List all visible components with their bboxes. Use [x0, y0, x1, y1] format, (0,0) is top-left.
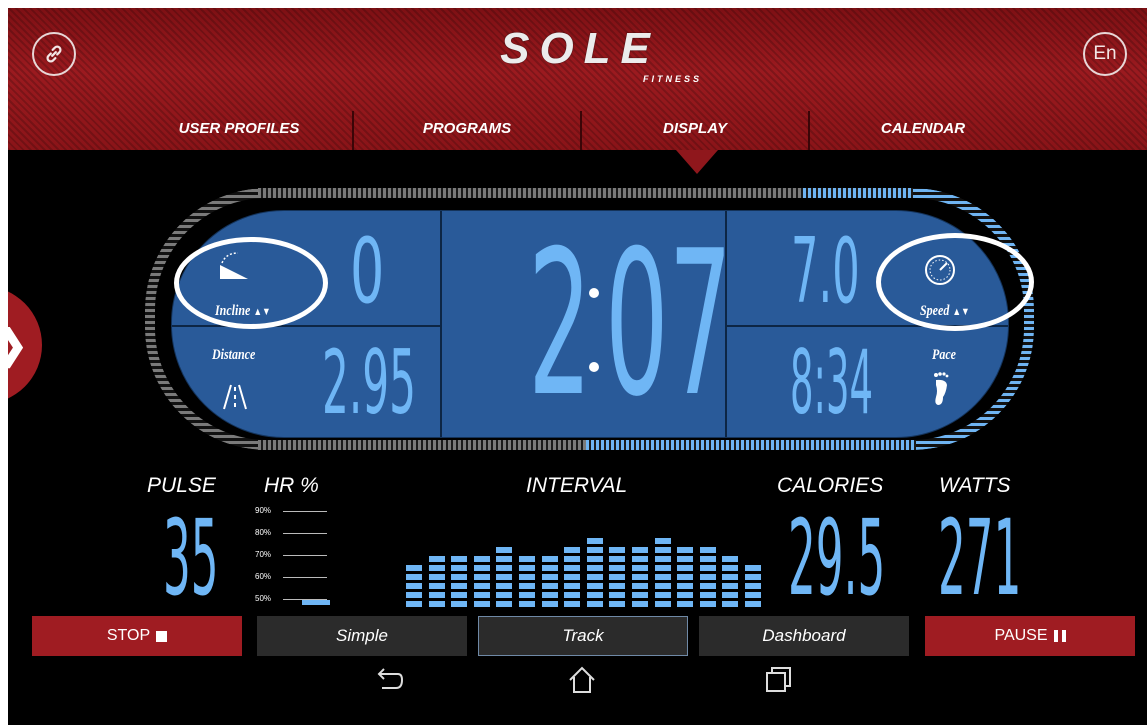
tab-calendar[interactable]: CALENDAR: [808, 111, 1036, 150]
interval-chart: [406, 506, 768, 607]
workout-display: Incline ▲▼ 0 Distance 2.95 2 07 7.0 Spee…: [171, 210, 1009, 438]
pace-value: 8:34: [790, 331, 874, 434]
interval-bar: [519, 553, 535, 607]
pulse-value: 35: [163, 497, 219, 619]
time-minutes: 2: [528, 210, 592, 438]
interval-bar: [699, 544, 716, 607]
sole-logo: SOLE FITNESS: [450, 24, 710, 84]
interval-bar: [496, 544, 513, 607]
hr-scale-row: 90%: [255, 506, 335, 518]
view-track-button[interactable]: Track: [478, 616, 688, 656]
stop-button[interactable]: STOP: [32, 616, 242, 656]
pause-icon: [1053, 630, 1066, 642]
interval-bar: [654, 535, 671, 607]
speed-value: 7.0: [791, 219, 860, 324]
logo-main: SOLE: [500, 24, 660, 73]
highlight-circle-incline: [174, 237, 328, 329]
pause-button[interactable]: PAUSE: [925, 616, 1135, 656]
chevron-right-icon: ❯: [8, 322, 28, 368]
interval-bar: [586, 535, 603, 607]
view-dashboard-button[interactable]: Dashboard: [699, 616, 909, 656]
stop-button-label: STOP: [106, 627, 151, 644]
home-icon[interactable]: [566, 664, 598, 696]
interval-bar: [473, 553, 490, 607]
time-seconds: 07: [605, 210, 733, 438]
track-bottom: [258, 440, 588, 450]
hr-scale-label: 80%: [255, 528, 272, 537]
pace-label: Pace: [932, 347, 956, 363]
time-colon-dot: [589, 288, 599, 298]
logo-sub: FITNESS: [642, 74, 702, 84]
hr-percent-label: HR %: [264, 474, 319, 497]
highlight-circle-speed: [876, 233, 1034, 331]
hr-percent-bar: [302, 600, 330, 605]
track-progress-top: [803, 188, 913, 198]
interval-bar: [428, 553, 445, 607]
pause-button-label: PAUSE: [994, 627, 1048, 644]
interval-bar: [632, 544, 648, 607]
tab-display[interactable]: DISPLAY: [580, 111, 808, 150]
time-colon-dot: [589, 362, 599, 372]
pulse-label: PULSE: [147, 474, 216, 497]
hr-scale-row: 80%: [255, 528, 335, 540]
hr-scale-label: 90%: [255, 506, 272, 515]
hr-scale-row: 60%: [255, 572, 335, 584]
language-button[interactable]: En: [1083, 32, 1127, 76]
interval-bar: [564, 544, 581, 607]
hr-scale-label: 50%: [255, 594, 272, 603]
side-drawer-tab[interactable]: ❯: [8, 286, 42, 404]
main-nav: USER PROFILES PROGRAMS DISPLAY CALENDAR: [126, 111, 1036, 150]
incline-value: 0: [350, 219, 385, 324]
distance-label: Distance: [212, 347, 256, 363]
recent-apps-icon[interactable]: [763, 664, 793, 694]
stop-icon: [156, 630, 168, 642]
hr-scale-row: 70%: [255, 550, 335, 562]
interval-bar: [677, 544, 694, 607]
active-tab-indicator: [676, 150, 718, 174]
tab-programs[interactable]: PROGRAMS: [352, 111, 580, 150]
watts-value: 271: [938, 497, 1022, 619]
view-simple-button[interactable]: Simple: [257, 616, 467, 656]
track-progress-bottom: [586, 440, 916, 450]
watts-label: WATTS: [939, 474, 1011, 497]
hr-percent-gauge: 90% 80% 70% 60% 50%: [255, 506, 335, 608]
link-button[interactable]: [32, 32, 76, 76]
link-icon: [46, 45, 62, 63]
interval-bar: [722, 553, 739, 607]
tab-user-profiles[interactable]: USER PROFILES: [126, 111, 352, 150]
divider: [172, 325, 440, 327]
road-icon: [223, 384, 247, 410]
divider: [440, 211, 442, 437]
calories-value: 29.5: [788, 497, 886, 619]
app-header: SOLE FITNESS En USER PROFILES PROGRAMS D…: [8, 8, 1147, 150]
distance-value: 2.95: [322, 331, 417, 434]
hr-scale-label: 60%: [255, 572, 272, 581]
calories-label: CALORIES: [777, 474, 884, 497]
interval-bar: [745, 562, 761, 607]
back-icon[interactable]: [374, 664, 404, 694]
interval-bar: [406, 562, 422, 607]
interval-label: INTERVAL: [526, 474, 628, 497]
interval-bar: [451, 553, 468, 607]
app-screen: SOLE FITNESS En USER PROFILES PROGRAMS D…: [8, 8, 1147, 725]
track-top: [258, 188, 804, 198]
interval-bar: [541, 553, 558, 607]
footprint-icon: [934, 372, 949, 405]
hr-scale-label: 70%: [255, 550, 272, 559]
interval-bar: [609, 544, 626, 607]
